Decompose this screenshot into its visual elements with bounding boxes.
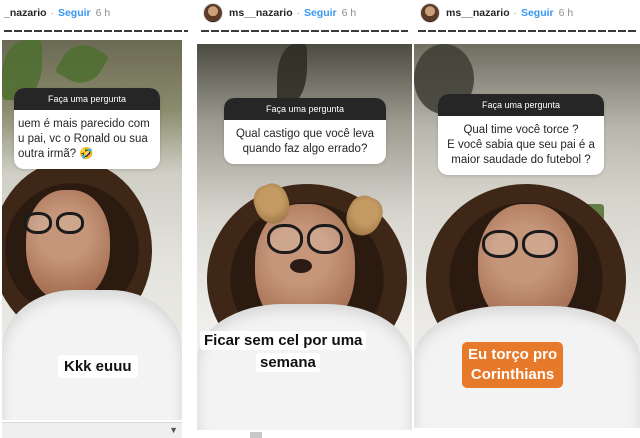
glasses [267,224,343,254]
separator-dot: · [513,7,517,19]
follow-button[interactable]: Seguir [521,7,554,19]
avatar[interactable] [420,3,440,23]
question-text: uem é mais parecido com u pai, vc o Rona… [14,110,160,169]
question-text: Qual castigo que você leva quando faz al… [224,120,386,164]
question-sticker-3: Faça uma pergunta Qual time você torce ?… [438,94,604,175]
horizontal-scrollbar[interactable]: ▼ [2,422,182,438]
follow-button[interactable]: Seguir [58,7,91,19]
post-time: 6 h [341,7,357,19]
person-face [26,190,110,302]
window-tab-handle [250,432,262,438]
story-progress-bar [4,30,188,32]
question-sticker-2: Faça uma pergunta Qual castigo que você … [224,98,386,164]
question-sticker-header: Faça uma pergunta [224,98,386,120]
separator-dot: · [296,7,300,19]
question-sticker-1: Faça uma pergunta uem é mais parecido co… [14,88,160,169]
question-line: outra irmã? 🤣 [18,148,94,160]
story-progress-bar [418,30,636,32]
answer-line: Ficar sem cel por uma [200,331,367,350]
story-progress-bar [201,30,408,32]
avatar[interactable] [203,3,223,23]
question-line: Qual castigo que você leva [235,128,375,140]
question-line: quando faz algo errado? [242,143,368,155]
post-time: 6 h [558,7,574,19]
answer-line: Corinthians [470,366,555,383]
dog-filter-nose [290,259,312,273]
story-header: _nazario · Seguir 6 h [0,0,192,26]
answer-text: Kkk euuu [58,355,138,378]
question-line: u pai, vc o Ronald ou sua [18,133,148,145]
question-sticker-header: Faça uma pergunta [14,88,160,110]
username-link[interactable]: ms__nazario [229,7,293,19]
question-line: maior saudade do futebol ? [451,154,591,166]
story-header: ms__nazario · Seguir 6 h [414,0,640,26]
plant-leaf [54,40,110,92]
scroll-down-icon[interactable]: ▼ [169,425,178,435]
follow-button[interactable]: Seguir [304,7,337,19]
answer-line: semana [256,353,320,372]
glasses [482,230,558,258]
username-link[interactable]: ms__nazario [446,7,510,19]
username-link[interactable]: _nazario [4,7,47,19]
question-line: Qual time você torce ? [463,124,579,136]
separator-dot: · [50,7,54,19]
answer-line: Eu torço pro [468,346,558,363]
question-sticker-header: Faça uma pergunta [438,94,604,116]
plant-leaf [277,44,307,104]
question-text: Qual time você torce ? E você sabia que … [438,116,604,175]
question-line: E você sabia que seu pai é a [447,139,595,151]
glasses [24,212,84,234]
story-header: ms__nazario · Seguir 6 h [197,0,412,26]
question-line: uem é mais parecido com [18,118,150,130]
answer-text: Eu torço pro Corinthians [462,342,564,388]
post-time: 6 h [95,7,111,19]
answer-text: Ficar sem cel por uma semana [200,330,367,374]
